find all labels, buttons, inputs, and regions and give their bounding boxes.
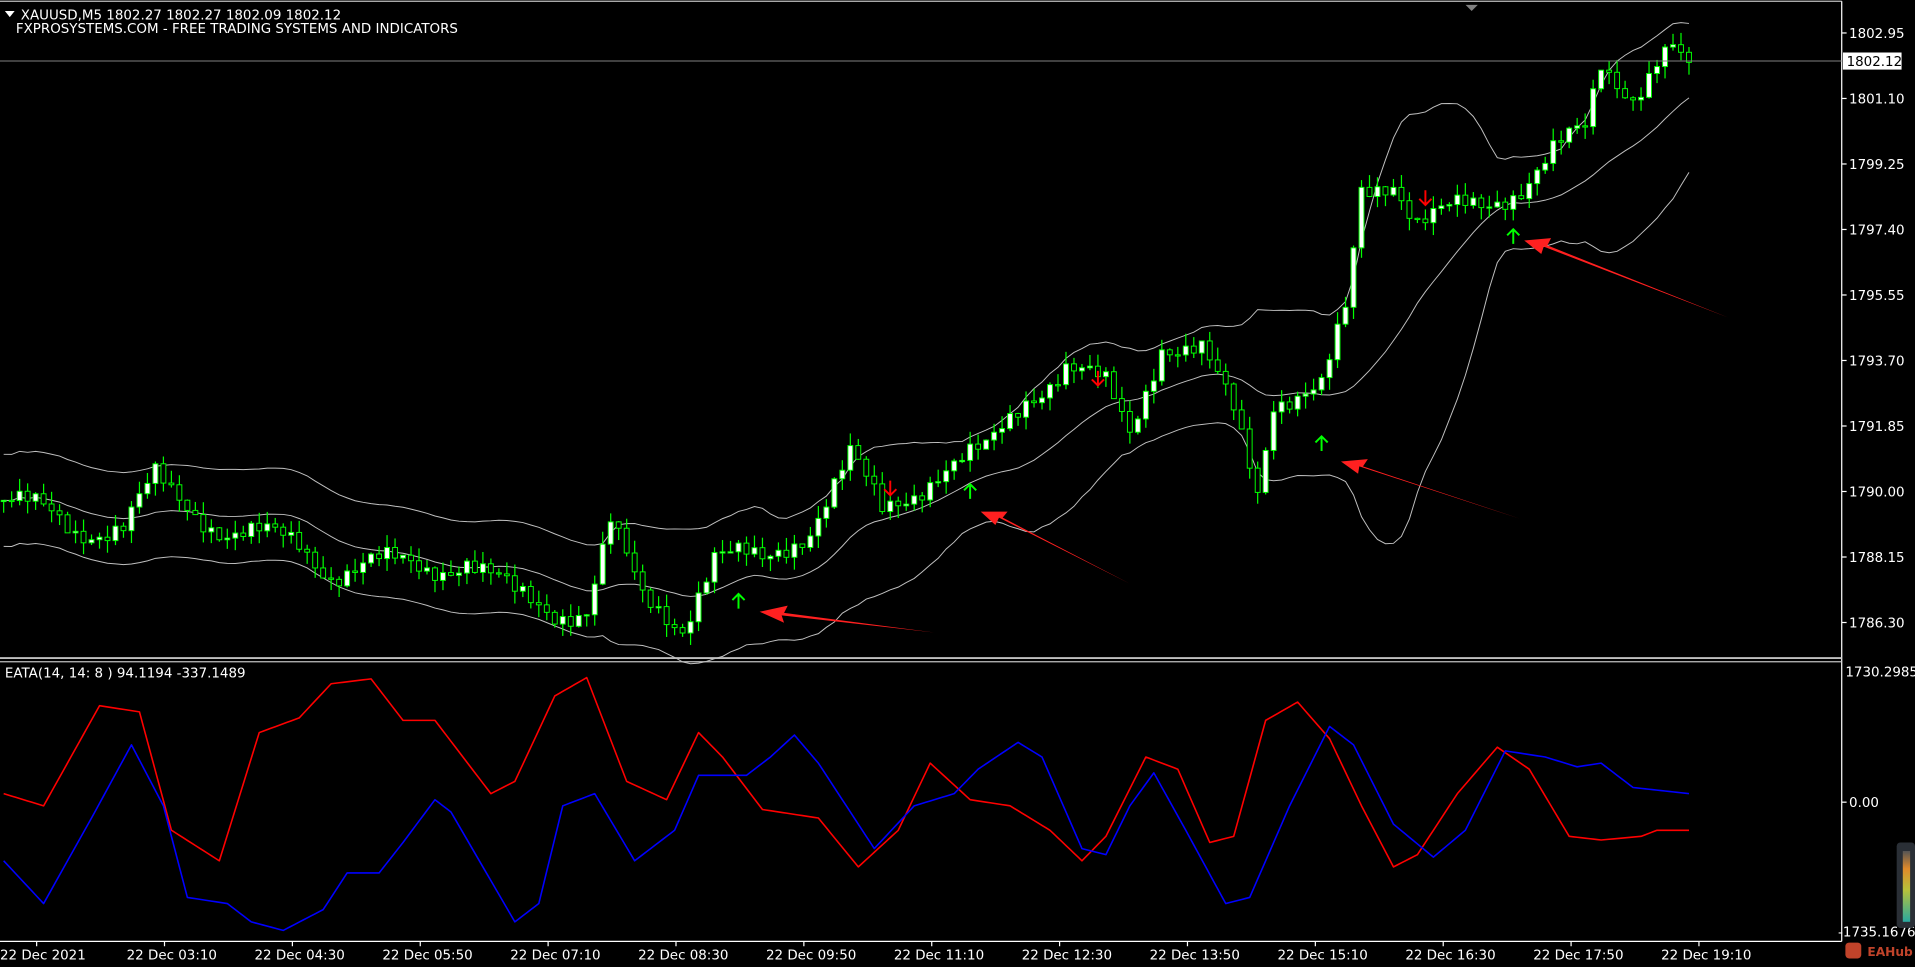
time-tick-label: 22 Dec 16:30 [1405, 949, 1495, 964]
indicator-label: EATA(14, 14: 8 ) 94.1194 -337.1489 [5, 667, 246, 682]
price-tick-label: 1790.00 [1849, 485, 1905, 500]
price-tick-label: 1793.70 [1849, 354, 1905, 369]
time-tick-label: 22 Dec 04:30 [255, 949, 345, 964]
candle [1110, 366, 1117, 400]
time-tick-label: 22 Dec 05:50 [382, 949, 472, 964]
eahub-watermark: EAHub [1867, 945, 1913, 959]
price-tick-label: 1795.55 [1849, 289, 1905, 304]
price-tick-label: 1802.95 [1849, 27, 1905, 42]
candle [216, 527, 223, 542]
candle [831, 477, 838, 509]
price-tick-label: 1791.85 [1849, 420, 1905, 435]
eahub-logo: EAHub [1845, 942, 1913, 959]
time-tick-label: 22 Dec 19:10 [1661, 949, 1751, 964]
time-tick-label: 22 Dec 12:30 [1022, 949, 1112, 964]
candle [1598, 69, 1605, 93]
time-tick-label: 22 Dec 07:10 [510, 949, 600, 964]
time-tick-label: 22 Dec 03:10 [127, 949, 217, 964]
current-price-label: 1802.12 [1847, 55, 1903, 70]
price-tick-label: 1786.30 [1849, 616, 1905, 631]
candle [64, 511, 71, 534]
time-tick-label: 22 Dec 08:30 [638, 949, 728, 964]
eahub-logo-icon [1845, 942, 1862, 959]
candle [983, 439, 990, 450]
indicator-axis-max: 1730.2985 [1845, 665, 1915, 680]
indicator-axis-zero: 0.00 [1849, 796, 1879, 811]
chart-subtitle: FXPROSYSTEMS.COM - FREE TRADING SYSTEMS … [16, 22, 458, 37]
chart-background [0, 0, 1915, 967]
trading-chart[interactable]: XAUUSD,M5 1802.27 1802.27 1802.09 1802.1… [0, 0, 1915, 967]
price-tick-label: 1801.10 [1849, 92, 1905, 107]
price-tick-label: 1797.40 [1849, 223, 1905, 238]
time-tick-label: 22 Dec 17:50 [1533, 949, 1623, 964]
candle [1134, 415, 1141, 435]
signal-strength-widget [1896, 842, 1915, 928]
time-tick-label: 22 Dec 13:50 [1150, 949, 1240, 964]
candle [1358, 180, 1365, 258]
time-tick-label: 22 Dec 15:10 [1277, 949, 1367, 964]
time-tick-label: 22 Dec 09:50 [766, 949, 856, 964]
time-tick-label: 22 Dec 2021 [0, 949, 86, 964]
time-tick-label: 22 Dec 11:10 [894, 949, 984, 964]
price-tick-label: 1788.15 [1849, 551, 1905, 566]
candle [1262, 447, 1269, 495]
price-tick-label: 1799.25 [1849, 158, 1905, 173]
